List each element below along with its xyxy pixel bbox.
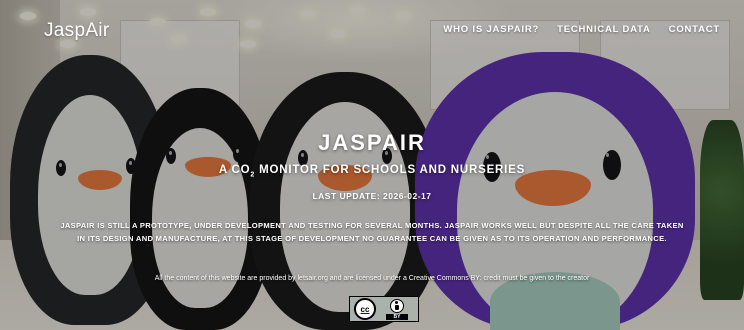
page-subtitle: A CO2 MONITOR FOR SCHOOLS AND NURSERIES [0, 164, 744, 178]
subtitle-pre: A CO [218, 164, 251, 176]
license-text: All the content of this website are prov… [154, 275, 590, 282]
subtitle-post: MONITOR FOR SCHOOLS AND NURSERIES [255, 164, 526, 176]
nav-technical-data[interactable]: TECHNICAL DATA [557, 24, 651, 35]
last-update: LAST UPDATE: 2026-02-17 [312, 191, 432, 202]
prototype-disclaimer: JASPAIR IS STILL A PROTOTYPE, UNDER DEVE… [30, 219, 714, 245]
page-title: JASPAIR [318, 130, 426, 155]
site-logo[interactable]: JaspAir [44, 20, 109, 42]
person-icon [390, 298, 404, 313]
main-nav: WHO IS JASPAIR? TECHNICAL DATA CONTACT [443, 24, 720, 35]
nav-contact[interactable]: CONTACT [669, 24, 720, 35]
disclaimer-line: IN ITS DESIGN AND MANUFACTURE, AT THIS S… [77, 234, 667, 243]
creative-commons-badge[interactable]: cc BY [349, 296, 419, 322]
by-attribution: BY [376, 297, 418, 321]
cc-icon: cc [354, 298, 376, 320]
hero-section: JASPAIR A CO2 MONITOR FOR SCHOOLS AND NU… [0, 130, 744, 201]
by-label: BY [385, 313, 409, 320]
disclaimer-line: JASPAIR IS STILL A PROTOTYPE, UNDER DEVE… [60, 221, 684, 230]
nav-who-is-jaspair[interactable]: WHO IS JASPAIR? [443, 24, 539, 35]
